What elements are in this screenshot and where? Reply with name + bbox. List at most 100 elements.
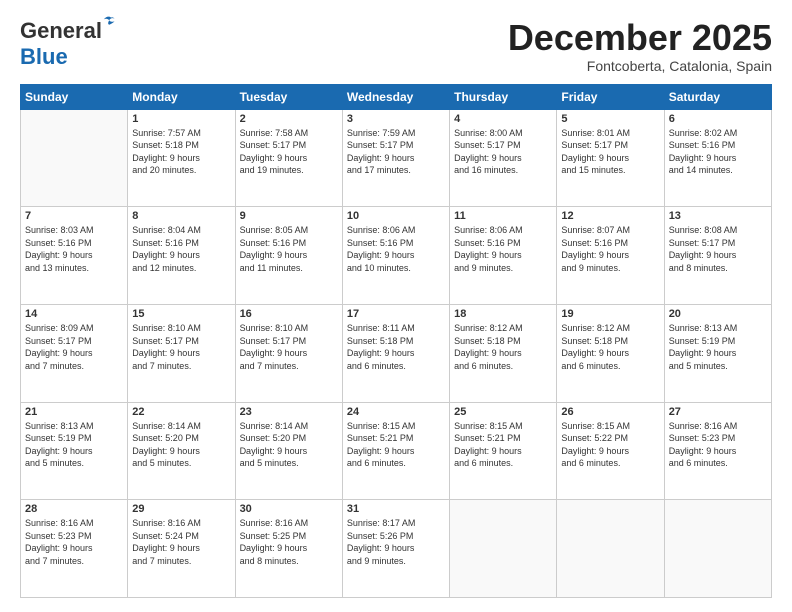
calendar-cell: 26 Sunrise: 8:15 AMSunset: 5:22 PMDayligh… xyxy=(557,402,664,500)
calendar-cell xyxy=(21,109,128,207)
day-number: 22 xyxy=(132,406,230,418)
day-info: Sunrise: 8:08 AMSunset: 5:17 PMDaylight:… xyxy=(669,224,767,274)
day-number: 27 xyxy=(669,406,767,418)
calendar-cell: 4Sunrise: 8:00 AMSunset: 5:17 PMDaylight… xyxy=(450,109,557,207)
calendar-cell: 27 Sunrise: 8:16 AMSunset: 5:23 PMDayligh… xyxy=(664,402,771,500)
day-number: 3 xyxy=(347,113,445,125)
calendar-cell xyxy=(450,500,557,598)
weekday-header-tuesday: Tuesday xyxy=(235,84,342,109)
day-info: Sunrise: 8:16 AMSunset: 5:23 PMDaylight:… xyxy=(669,420,767,470)
calendar-cell: 15 Sunrise: 8:10 AMSunset: 5:17 PMDayligh… xyxy=(128,304,235,402)
calendar-cell: 8 Sunrise: 8:04 AMSunset: 5:16 PMDaylight… xyxy=(128,207,235,305)
day-info: Sunrise: 8:10 AMSunset: 5:17 PMDaylight:… xyxy=(240,322,338,372)
logo: General Blue xyxy=(20,18,102,70)
day-number: 29 xyxy=(132,503,230,515)
calendar-cell: 19 Sunrise: 8:12 AMSunset: 5:18 PMDayligh… xyxy=(557,304,664,402)
weekday-header-sunday: Sunday xyxy=(21,84,128,109)
day-number: 10 xyxy=(347,210,445,222)
day-info: Sunrise: 8:12 AMSunset: 5:18 PMDaylight:… xyxy=(454,322,552,372)
day-number: 6 xyxy=(669,113,767,125)
day-info: Sunrise: 8:06 AMSunset: 5:16 PMDaylight:… xyxy=(347,224,445,274)
calendar-cell: 7 Sunrise: 8:03 AMSunset: 5:16 PMDaylight… xyxy=(21,207,128,305)
day-info: Sunrise: 8:10 AMSunset: 5:17 PMDaylight:… xyxy=(132,322,230,372)
day-info: Sunrise: 8:01 AMSunset: 5:17 PMDaylight:… xyxy=(561,127,659,177)
day-info: Sunrise: 8:05 AMSunset: 5:16 PMDaylight:… xyxy=(240,224,338,274)
day-info: Sunrise: 7:58 AMSunset: 5:17 PMDaylight:… xyxy=(240,127,338,177)
day-number: 12 xyxy=(561,210,659,222)
day-number: 30 xyxy=(240,503,338,515)
calendar-cell: 29 Sunrise: 8:16 AMSunset: 5:24 PMDayligh… xyxy=(128,500,235,598)
day-number: 26 xyxy=(561,406,659,418)
day-number: 7 xyxy=(25,210,123,222)
calendar-cell: 10 Sunrise: 8:06 AMSunset: 5:16 PMDayligh… xyxy=(342,207,449,305)
calendar-cell: 25 Sunrise: 8:15 AMSunset: 5:21 PMDayligh… xyxy=(450,402,557,500)
calendar-cell: 3 Sunrise: 7:59 AMSunset: 5:17 PMDaylight… xyxy=(342,109,449,207)
day-number: 25 xyxy=(454,406,552,418)
location-subtitle: Fontcoberta, Catalonia, Spain xyxy=(508,58,772,74)
calendar-week-row: 21Sunrise: 8:13 AMSunset: 5:19 PMDayligh… xyxy=(21,402,772,500)
day-info: Sunrise: 7:59 AMSunset: 5:17 PMDaylight:… xyxy=(347,127,445,177)
day-number: 31 xyxy=(347,503,445,515)
calendar-cell: 11 Sunrise: 8:06 AMSunset: 5:16 PMDayligh… xyxy=(450,207,557,305)
day-info: Sunrise: 8:12 AMSunset: 5:18 PMDaylight:… xyxy=(561,322,659,372)
header: General Blue December 2025 Fontcoberta, … xyxy=(20,18,772,74)
calendar-header-row: SundayMondayTuesdayWednesdayThursdayFrid… xyxy=(21,84,772,109)
calendar-week-row: 7 Sunrise: 8:03 AMSunset: 5:16 PMDaylight… xyxy=(21,207,772,305)
calendar-week-row: 1Sunrise: 7:57 AMSunset: 5:18 PMDaylight… xyxy=(21,109,772,207)
calendar-cell: 13 Sunrise: 8:08 AMSunset: 5:17 PMDayligh… xyxy=(664,207,771,305)
day-number: 28 xyxy=(25,503,123,515)
day-info: Sunrise: 8:15 AMSunset: 5:22 PMDaylight:… xyxy=(561,420,659,470)
logo-bird-icon xyxy=(102,14,120,32)
day-number: 20 xyxy=(669,308,767,320)
day-info: Sunrise: 8:15 AMSunset: 5:21 PMDaylight:… xyxy=(454,420,552,470)
calendar-cell: 24 Sunrise: 8:15 AMSunset: 5:21 PMDayligh… xyxy=(342,402,449,500)
day-number: 19 xyxy=(561,308,659,320)
day-info: Sunrise: 8:13 AMSunset: 5:19 PMDaylight:… xyxy=(669,322,767,372)
title-block: December 2025 Fontcoberta, Catalonia, Sp… xyxy=(508,18,772,74)
day-number: 9 xyxy=(240,210,338,222)
day-info: Sunrise: 8:14 AMSunset: 5:20 PMDaylight:… xyxy=(240,420,338,470)
weekday-header-monday: Monday xyxy=(128,84,235,109)
day-info: Sunrise: 8:06 AMSunset: 5:16 PMDaylight:… xyxy=(454,224,552,274)
day-info: Sunrise: 8:04 AMSunset: 5:16 PMDaylight:… xyxy=(132,224,230,274)
calendar-cell: 14Sunrise: 8:09 AMSunset: 5:17 PMDayligh… xyxy=(21,304,128,402)
day-number: 13 xyxy=(669,210,767,222)
day-info: Sunrise: 8:16 AMSunset: 5:25 PMDaylight:… xyxy=(240,517,338,567)
day-info: Sunrise: 8:16 AMSunset: 5:24 PMDaylight:… xyxy=(132,517,230,567)
calendar-cell xyxy=(557,500,664,598)
day-info: Sunrise: 7:57 AMSunset: 5:18 PMDaylight:… xyxy=(132,127,230,177)
logo-text-blue: Blue xyxy=(20,44,68,69)
day-info: Sunrise: 8:11 AMSunset: 5:18 PMDaylight:… xyxy=(347,322,445,372)
day-info: Sunrise: 8:15 AMSunset: 5:21 PMDaylight:… xyxy=(347,420,445,470)
calendar-cell: 31 Sunrise: 8:17 AMSunset: 5:26 PMDayligh… xyxy=(342,500,449,598)
day-number: 15 xyxy=(132,308,230,320)
day-info: Sunrise: 8:02 AMSunset: 5:16 PMDaylight:… xyxy=(669,127,767,177)
calendar-cell: 30 Sunrise: 8:16 AMSunset: 5:25 PMDayligh… xyxy=(235,500,342,598)
calendar-cell: 12 Sunrise: 8:07 AMSunset: 5:16 PMDayligh… xyxy=(557,207,664,305)
calendar-cell: 18Sunrise: 8:12 AMSunset: 5:18 PMDayligh… xyxy=(450,304,557,402)
day-number: 24 xyxy=(347,406,445,418)
month-title: December 2025 xyxy=(508,18,772,58)
calendar-week-row: 28 Sunrise: 8:16 AMSunset: 5:23 PMDayligh… xyxy=(21,500,772,598)
day-number: 17 xyxy=(347,308,445,320)
calendar-cell: 23 Sunrise: 8:14 AMSunset: 5:20 PMDayligh… xyxy=(235,402,342,500)
day-number: 16 xyxy=(240,308,338,320)
calendar-table: SundayMondayTuesdayWednesdayThursdayFrid… xyxy=(20,84,772,598)
day-number: 23 xyxy=(240,406,338,418)
day-number: 8 xyxy=(132,210,230,222)
day-info: Sunrise: 8:16 AMSunset: 5:23 PMDaylight:… xyxy=(25,517,123,567)
day-info: Sunrise: 8:07 AMSunset: 5:16 PMDaylight:… xyxy=(561,224,659,274)
weekday-header-saturday: Saturday xyxy=(664,84,771,109)
day-info: Sunrise: 8:03 AMSunset: 5:16 PMDaylight:… xyxy=(25,224,123,274)
day-number: 11 xyxy=(454,210,552,222)
calendar-cell: 1Sunrise: 7:57 AMSunset: 5:18 PMDaylight… xyxy=(128,109,235,207)
day-number: 21 xyxy=(25,406,123,418)
calendar-cell: 22Sunrise: 8:14 AMSunset: 5:20 PMDayligh… xyxy=(128,402,235,500)
weekday-header-thursday: Thursday xyxy=(450,84,557,109)
day-info: Sunrise: 8:17 AMSunset: 5:26 PMDaylight:… xyxy=(347,517,445,567)
weekday-header-friday: Friday xyxy=(557,84,664,109)
calendar-cell: 6 Sunrise: 8:02 AMSunset: 5:16 PMDaylight… xyxy=(664,109,771,207)
day-number: 14 xyxy=(25,308,123,320)
calendar-week-row: 14Sunrise: 8:09 AMSunset: 5:17 PMDayligh… xyxy=(21,304,772,402)
calendar-cell: 17 Sunrise: 8:11 AMSunset: 5:18 PMDayligh… xyxy=(342,304,449,402)
